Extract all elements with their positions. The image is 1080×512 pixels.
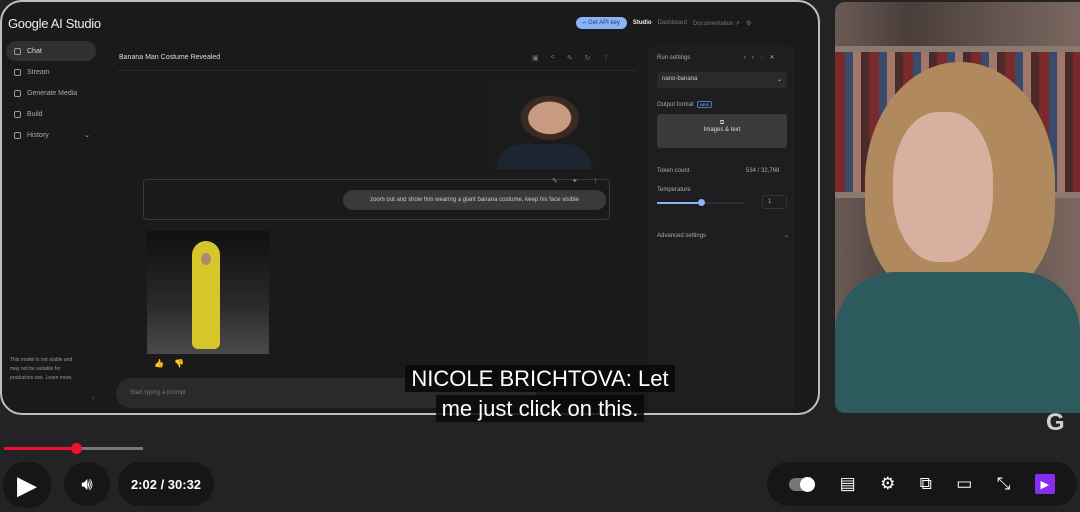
build-icon [14, 110, 21, 118]
generated-banana-image[interactable] [147, 231, 269, 354]
run-settings-title: Run settings [657, 55, 691, 61]
miniplayer-icon[interactable]: ⧉ [920, 474, 932, 494]
advanced-settings[interactable]: Advanced settings ⌄ [657, 232, 789, 239]
theater-mode-icon[interactable]: ▭ [956, 474, 972, 494]
progress-played [4, 447, 77, 450]
media-icon [14, 89, 21, 97]
share-icon[interactable]: < [551, 54, 555, 62]
sidebar-item-chat[interactable]: Chat [6, 41, 96, 61]
format-label: Images & text [703, 127, 741, 133]
chat-toolbar: ▣ < ✎ ↻ ⋮ [532, 54, 609, 62]
fullscreen-icon[interactable]: ⤡ [997, 474, 1011, 494]
video-frame-screen: Google AI Studio ⌐ Get API key Studio Da… [0, 0, 820, 415]
sidebar-item-stream[interactable]: Stream [6, 62, 96, 82]
autoplay-toggle[interactable] [789, 476, 816, 492]
right-controls: ▤ ⚙ ⧉ ▭ ⤡ ▶ [767, 462, 1077, 506]
ai-studio-logo: Google AI Studio [8, 16, 101, 31]
temperature-label: Temperature [657, 187, 691, 193]
reset-icon[interactable]: ◌ [760, 55, 770, 61]
top-nav: ⌐ Get API key Studio Dashboard Documenta… [576, 17, 751, 29]
run-settings-panel: Run settings ‹›◌✕ nano-banana ⌄ Output fo… [648, 46, 794, 413]
refresh-icon[interactable]: ↻ [585, 54, 591, 62]
subtitles-icon[interactable]: ▤ [840, 474, 856, 494]
chat-title[interactable]: Banana Man Costume Revealed [119, 54, 220, 61]
temperature-slider[interactable] [657, 199, 744, 206]
output-format-option[interactable]: ⧉ Images & text [657, 114, 787, 148]
nav-dashboard[interactable]: Dashboard [658, 20, 687, 26]
sidebar-label: Chat [27, 47, 42, 55]
uploaded-portrait-image [482, 76, 605, 169]
user-prompt-bubble: zoom out and show him wearing a giant ba… [343, 190, 606, 210]
settings-gear-icon[interactable]: ⚙ [880, 474, 895, 494]
nav-documentation[interactable]: Documentation ↗ [693, 20, 740, 27]
chat-icon [14, 47, 21, 55]
more-icon[interactable]: ⋮ [592, 177, 599, 185]
edit-icon[interactable]: ✎ [552, 177, 558, 185]
code-icon[interactable]: ‹› [744, 55, 760, 61]
chevron-down-icon: ⌄ [776, 77, 782, 83]
get-api-key-button[interactable]: ⌐ Get API key [576, 17, 627, 29]
compare-icon[interactable]: ▣ [532, 54, 539, 62]
sidebar-label: Stream [27, 68, 50, 76]
model-value: nano-banana [662, 76, 698, 82]
slider-handle[interactable] [697, 199, 705, 206]
more-icon[interactable]: ⋮ [602, 54, 609, 62]
panel-actions: ‹›◌✕ [744, 54, 781, 61]
sidebar-label: History [27, 131, 49, 139]
edit-icon[interactable]: ✎ [567, 54, 573, 62]
sparkle-icon[interactable]: ✦ [572, 177, 578, 185]
label-text: Advanced settings [657, 233, 707, 239]
play-icon: ▶ [17, 469, 37, 500]
token-count-value: 534 / 32,768 [746, 168, 780, 174]
new-badge: NEW [696, 101, 713, 108]
sidebar-item-history[interactable]: History ⌄ [6, 125, 96, 145]
time-text: 2:02 / 30:32 [130, 476, 202, 492]
sidebar-label: Generate Media [27, 89, 78, 97]
label-text: Output format [657, 102, 694, 108]
model-select[interactable]: nano-banana ⌄ [657, 72, 787, 88]
extension-play-icon[interactable]: ▶ [1034, 474, 1055, 494]
caption-text: NICOLE BRICHTOVA: Let [405, 365, 675, 392]
stream-icon [14, 68, 21, 76]
sidebar: Chat Stream Generate Media Build History… [2, 40, 100, 410]
sidebar-item-build[interactable]: Build [6, 104, 96, 124]
volume-icon: 🔊︎ [81, 473, 93, 494]
play-button[interactable]: ▶ [3, 462, 51, 508]
images-icon: ⧉ [719, 120, 725, 126]
google-watermark: G [1046, 409, 1065, 436]
chevron-down-icon: ⌄ [784, 233, 790, 239]
output-format-label: Output format NEW [657, 101, 713, 108]
time-display: 2:02 / 30:32 [118, 462, 214, 506]
sidebar-item-generate-media[interactable]: Generate Media [6, 83, 96, 103]
divider [117, 70, 637, 71]
token-count-label: Token count [657, 168, 690, 174]
caption-line-2: me just click on this. [0, 395, 1080, 422]
close-icon[interactable]: ✕ [770, 55, 781, 61]
progress-bar[interactable] [4, 443, 143, 454]
history-icon [14, 131, 21, 139]
caption-line-1: NICOLE BRICHTOVA: Let [0, 365, 1080, 392]
settings-gear-icon[interactable]: ⚙ [746, 20, 751, 27]
caption-text: me just click on this. [435, 395, 645, 422]
scrubber-handle[interactable] [71, 443, 83, 454]
mute-button[interactable]: 🔊︎ [64, 462, 110, 506]
sidebar-label: Build [27, 110, 43, 118]
nav-studio[interactable]: Studio [633, 20, 652, 26]
speaker-webcam-video [835, 2, 1080, 413]
chevron-down-icon: ⌄ [84, 132, 90, 139]
temperature-input[interactable]: 1 [762, 195, 787, 209]
message-actions: ✎ ✦ ⋮ [552, 177, 599, 185]
